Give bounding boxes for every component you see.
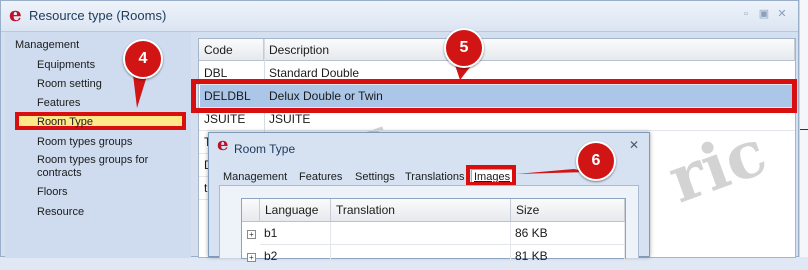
callout-6: 6 <box>576 141 616 181</box>
callout-4: 4 <box>123 39 163 79</box>
callout-5: 5 <box>444 28 484 68</box>
callout-pointers <box>132 62 588 174</box>
